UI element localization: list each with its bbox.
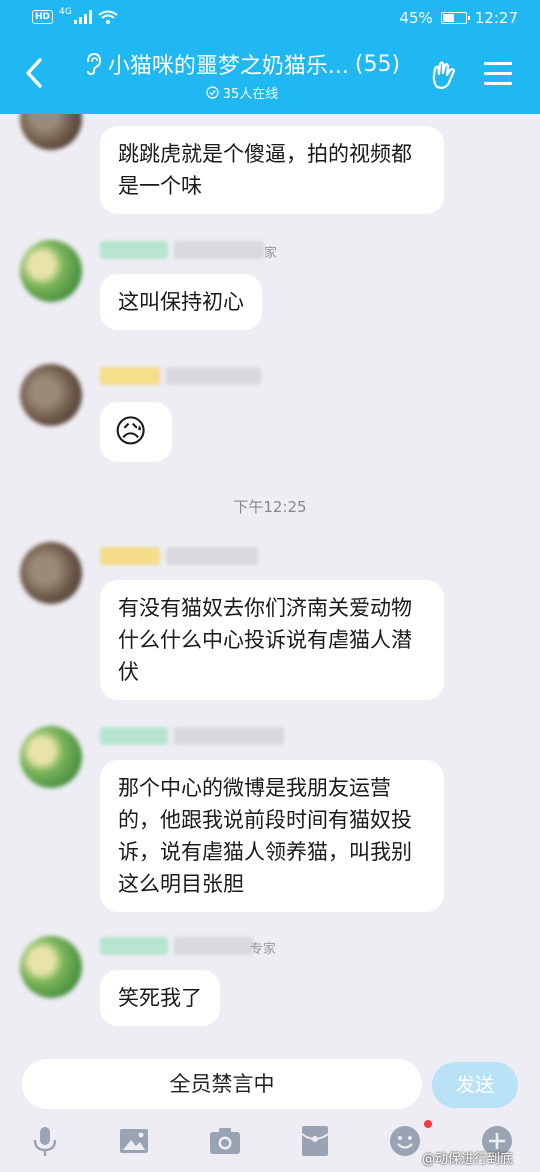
sender-name	[100, 724, 284, 748]
group-name: 小猫咪的噩梦之奶猫乐...	[107, 54, 349, 79]
hand-gesture-icon[interactable]	[428, 60, 460, 92]
red-packet-icon[interactable]	[298, 1124, 332, 1158]
signal-icon	[73, 10, 92, 24]
check-circle-icon	[206, 86, 219, 99]
message-bubble[interactable]: 笑死我了	[100, 970, 220, 1026]
muted-input-field[interactable]: 全员禁言中	[22, 1059, 422, 1109]
timestamp: 下午12:25	[233, 498, 307, 516]
input-bar: 全员禁言中 发送	[0, 1056, 540, 1114]
message-bubble[interactable]: 有没有猫奴去你们济南关爱动物什么什么中心投诉说有虐猫人潜伏	[100, 580, 444, 700]
avatar[interactable]	[20, 936, 82, 998]
camera-icon[interactable]	[208, 1124, 242, 1158]
menu-icon[interactable]	[484, 62, 512, 86]
message-bubble[interactable]: 😥	[100, 402, 172, 462]
sender-title: 家	[264, 246, 278, 261]
group-title: 小猫咪的噩梦之奶猫乐... (55)	[62, 48, 422, 80]
avatar[interactable]	[20, 364, 82, 426]
battery-percent: 45%	[399, 9, 433, 27]
avatar[interactable]	[20, 726, 82, 788]
message-text: 笑死我了	[118, 986, 202, 1010]
chat-header: 小猫咪的噩梦之奶猫乐... (55) 35人在线	[0, 38, 540, 114]
notification-dot	[424, 1120, 432, 1128]
avatar[interactable]	[20, 114, 82, 150]
message-bubble[interactable]: 那个中心的微博是我朋友运营的，他跟我说前段时间有猫奴投诉，说有虐猫人领养猫，叫我…	[100, 760, 444, 912]
group-title-area[interactable]: 小猫咪的噩梦之奶猫乐... (55) 35人在线	[62, 48, 422, 102]
image-icon[interactable]	[117, 1124, 151, 1158]
carrier-tag: 4G	[59, 7, 72, 17]
message-bubble[interactable]: 跳跳虎就是个傻逼，拍的视频都是一个味	[100, 126, 444, 214]
watermark: @动保进行到底	[422, 1152, 514, 1167]
battery-icon	[440, 12, 470, 24]
online-status: 35人在线	[62, 83, 422, 102]
status-bar: HD 4G 45% 12:27	[0, 0, 540, 38]
sender-name	[100, 238, 264, 262]
message-bubble[interactable]: 这叫保持初心	[100, 274, 262, 330]
message-text: 这叫保持初心	[118, 290, 244, 314]
emoji-sticker: 😥	[114, 412, 148, 450]
microphone-icon[interactable]	[28, 1124, 62, 1158]
sender-name	[100, 934, 254, 958]
hd-badge: HD	[32, 10, 54, 24]
avatar[interactable]	[20, 240, 82, 302]
avatar[interactable]	[20, 542, 82, 604]
emoji-icon[interactable]	[388, 1124, 422, 1158]
sender-name	[100, 544, 258, 568]
battery-fill	[442, 14, 454, 22]
send-button[interactable]: 发送	[432, 1062, 518, 1108]
clock: 12:27	[474, 9, 518, 27]
message-text: 跳跳虎就是个傻逼，拍的视频都是一个味	[118, 142, 412, 198]
sender-name	[100, 364, 261, 388]
member-count: (55)	[354, 51, 401, 77]
message-text: 那个中心的微博是我朋友运营的，他跟我说前段时间有猫奴投诉，说有虐猫人领养猫，叫我…	[118, 776, 412, 896]
ear-icon	[86, 52, 101, 76]
wifi-icon	[98, 10, 118, 24]
online-count: 35人在线	[222, 87, 279, 102]
back-arrow-icon[interactable]	[22, 56, 46, 90]
sender-title: 专家	[250, 942, 277, 957]
message-text: 有没有猫奴去你们济南关爱动物什么什么中心投诉说有虐猫人潜伏	[118, 596, 412, 684]
message-list[interactable]: 跳跳虎就是个傻逼，拍的视频都是一个味 家 这叫保持初心 😥 下午12:25 有没…	[0, 114, 540, 1056]
